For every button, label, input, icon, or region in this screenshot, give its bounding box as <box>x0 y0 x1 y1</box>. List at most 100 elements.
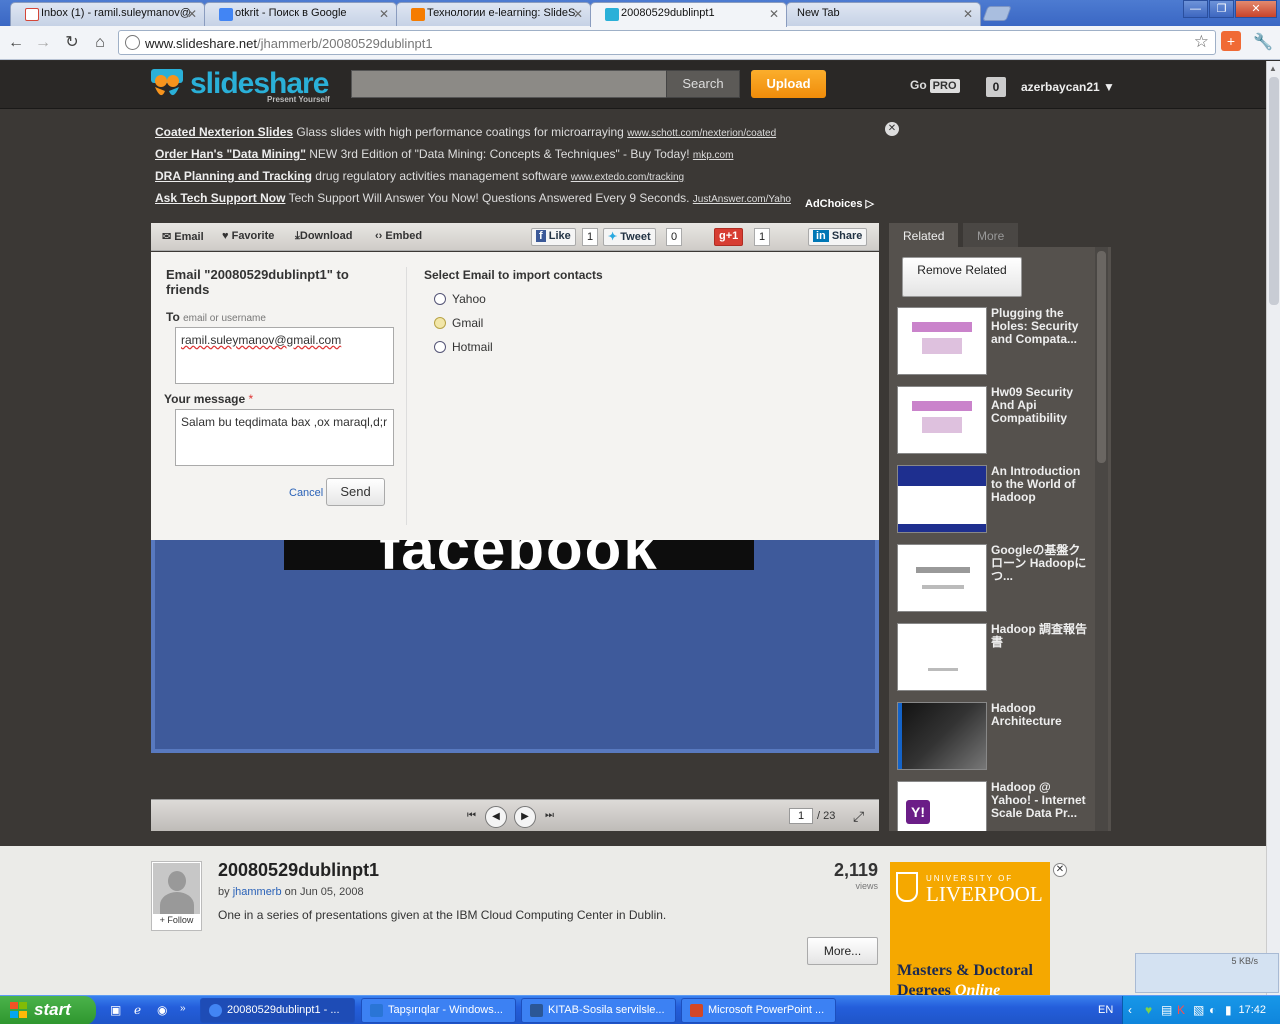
tab-gmail[interactable]: Inbox (1) - ramil.suleymanov@ ✕ <box>10 2 205 26</box>
facebook-like-button[interactable]: f Like <box>531 228 576 246</box>
more-button[interactable]: More... <box>807 937 878 965</box>
close-icon[interactable]: ✕ <box>963 7 973 21</box>
tweet-button[interactable]: ✦ Tweet <box>603 228 656 246</box>
ad-row[interactable]: Coated Nexterion Slides Glass slides wit… <box>155 125 805 147</box>
minimize-button[interactable]: — <box>1183 0 1208 18</box>
tab-related[interactable]: Related <box>889 223 959 249</box>
language-indicator[interactable]: EN <box>1098 1004 1113 1016</box>
related-item[interactable]: An Introduction to the World of Hadoop <box>897 465 1093 537</box>
author-avatar-box[interactable]: + Follow <box>151 861 202 931</box>
slide-view: facebook <box>151 540 879 753</box>
scroll-up-icon[interactable]: ▲ <box>1269 64 1277 73</box>
antivirus-icon[interactable]: K <box>1177 1003 1191 1017</box>
power-icon[interactable]: ▮ <box>1225 1003 1239 1017</box>
next-slide-button[interactable]: ▶ <box>514 806 536 828</box>
avatar[interactable] <box>153 863 200 914</box>
related-tabs: Related More <box>889 223 1111 249</box>
related-thumbnail <box>897 623 987 691</box>
bookmark-star-icon[interactable]: ☆ <box>1194 32 1209 52</box>
embed-button[interactable]: ‹› Embed <box>375 230 422 242</box>
start-button[interactable]: start <box>0 996 96 1024</box>
internet-explorer-icon[interactable]: ℯ <box>134 1003 148 1017</box>
fullscreen-icon[interactable]: ⤢ <box>853 808 864 825</box>
notification-count[interactable]: 0 <box>986 77 1006 97</box>
related-title: Hadoop 調査報告書 <box>991 623 1087 649</box>
user-menu[interactable]: azerbaycan21 ▼ <box>1021 80 1115 94</box>
forward-icon[interactable]: → <box>32 32 54 54</box>
reload-icon[interactable]: ↻ <box>61 32 83 54</box>
media-player-icon[interactable]: ◉ <box>157 1003 171 1017</box>
related-item[interactable]: Googleの基盤クローン Hadoopにつ... <box>897 544 1093 616</box>
google-plusone-button[interactable]: g+1 <box>714 228 744 246</box>
wrench-icon[interactable]: 🔧 <box>1252 32 1274 54</box>
radio-gmail[interactable]: Gmail <box>434 316 483 330</box>
address-bar[interactable]: www.slideshare.net/jhammerb/20080529dubl… <box>118 30 1216 55</box>
upload-button[interactable]: Upload <box>751 70 826 98</box>
page-number-input[interactable]: 1 <box>789 808 813 824</box>
volume-icon[interactable]: ◐ <box>1209 1003 1223 1017</box>
network-icon[interactable]: ▤ <box>1161 1003 1175 1017</box>
cancel-link[interactable]: Cancel <box>289 487 323 499</box>
ad-close-icon[interactable]: ✕ <box>885 122 899 136</box>
last-slide-icon[interactable]: ⏭ <box>545 810 554 821</box>
tab-google-search[interactable]: otkrit - Поиск в Google ✕ <box>204 2 397 26</box>
related-item[interactable]: Plugging the Holes: Security and Compata… <box>897 307 1093 379</box>
ad-row[interactable]: DRA Planning and Tracking drug regulator… <box>155 169 805 191</box>
taskbar-button-chrome[interactable]: 20080529dublinpt1 - ... <box>200 998 355 1023</box>
security-shield-icon[interactable]: ♥ <box>1145 1003 1159 1017</box>
ad-row[interactable]: Ask Tech Support Now Tech Support Will A… <box>155 191 805 213</box>
tab-more[interactable]: More <box>963 223 1019 249</box>
remove-related-button[interactable]: Remove Related <box>902 257 1022 297</box>
window-close-button[interactable]: ✕ <box>1235 0 1277 18</box>
radio-hotmail[interactable]: Hotmail <box>434 340 493 354</box>
display-icon[interactable]: ▧ <box>1193 1003 1207 1017</box>
email-button[interactable]: ✉ Email <box>162 230 204 243</box>
tab-title: otkrit - Поиск в Google <box>235 7 347 19</box>
extension-plus-icon[interactable]: + <box>1221 31 1241 51</box>
tab-new-tab[interactable]: New Tab ✕ <box>786 2 981 26</box>
site-search-input[interactable] <box>351 70 667 98</box>
ad-close-icon[interactable]: ✕ <box>1053 863 1067 877</box>
show-desktop-icon[interactable]: ▣ <box>110 1003 124 1017</box>
yahoo-logo-icon: Y! <box>906 800 930 824</box>
related-item[interactable]: Hw09 Security And Api Compatibility <box>897 386 1093 458</box>
favorite-button[interactable]: ♥ Favorite <box>222 230 274 242</box>
send-button[interactable]: Send <box>326 478 385 506</box>
close-icon[interactable]: ✕ <box>187 7 197 21</box>
quicklaunch-more-icon[interactable]: » <box>180 1003 194 1017</box>
related-item[interactable]: Hadoop 調査報告書 <box>897 623 1093 695</box>
related-scrollbar[interactable] <box>1095 247 1108 831</box>
related-item[interactable]: Hadoop Architecture <box>897 702 1093 774</box>
tab-slideshare-active[interactable]: 20080529dublinpt1 ✕ <box>590 2 787 27</box>
close-icon[interactable]: ✕ <box>769 7 779 21</box>
taskbar-button-powerpoint[interactable]: Microsoft PowerPoint ... <box>681 998 836 1023</box>
close-icon[interactable]: ✕ <box>573 7 583 21</box>
taskbar-button-word[interactable]: KITAB-Sosila servilsle... <box>521 998 676 1023</box>
scrollbar-thumb[interactable] <box>1269 77 1279 305</box>
maximize-button[interactable]: ❐ <box>1209 0 1234 18</box>
clock[interactable]: 17:42 <box>1238 1004 1266 1016</box>
author-link[interactable]: jhammerb <box>233 886 282 898</box>
first-slide-icon[interactable]: ⏮ <box>467 810 476 821</box>
follow-button[interactable]: + Follow <box>152 915 201 925</box>
home-icon[interactable]: ⌂ <box>89 32 111 54</box>
taskbar-button-explorer[interactable]: Tapşırıqlar - Windows... <box>361 998 516 1023</box>
liverpool-ad[interactable]: UNIVERSITY OF LIVERPOOL Masters & Doctor… <box>890 862 1050 995</box>
related-item[interactable]: Y! Hadoop @ Yahoo! - Internet Scale Data… <box>897 781 1093 831</box>
tray-arrow-icon[interactable]: ‹ <box>1128 1003 1142 1017</box>
new-tab-button[interactable] <box>982 6 1012 21</box>
page-scrollbar[interactable]: ▲ ▼ <box>1266 61 1280 995</box>
tab-blogger[interactable]: Технологии e-learning: SlideS ✕ <box>396 2 591 26</box>
linkedin-share-button[interactable]: in Share <box>808 228 868 246</box>
go-pro-link[interactable]: Go PRO <box>910 78 960 93</box>
adchoices-link[interactable]: AdChoices ▷ <box>805 197 874 210</box>
to-field[interactable]: ramil.suleymanov@gmail.com <box>175 327 394 384</box>
previous-slide-button[interactable]: ◀ <box>485 806 507 828</box>
download-button[interactable]: ⤓Download <box>295 230 352 243</box>
back-icon[interactable]: ← <box>5 32 27 54</box>
ad-row[interactable]: Order Han's "Data Mining" NEW 3rd Editio… <box>155 147 805 169</box>
site-search-button[interactable]: Search <box>666 70 740 98</box>
close-icon[interactable]: ✕ <box>379 7 389 21</box>
message-field[interactable]: Salam bu teqdimata bax ,ox maraql,d;r <box>175 409 394 466</box>
radio-yahoo[interactable]: Yahoo <box>434 292 486 306</box>
